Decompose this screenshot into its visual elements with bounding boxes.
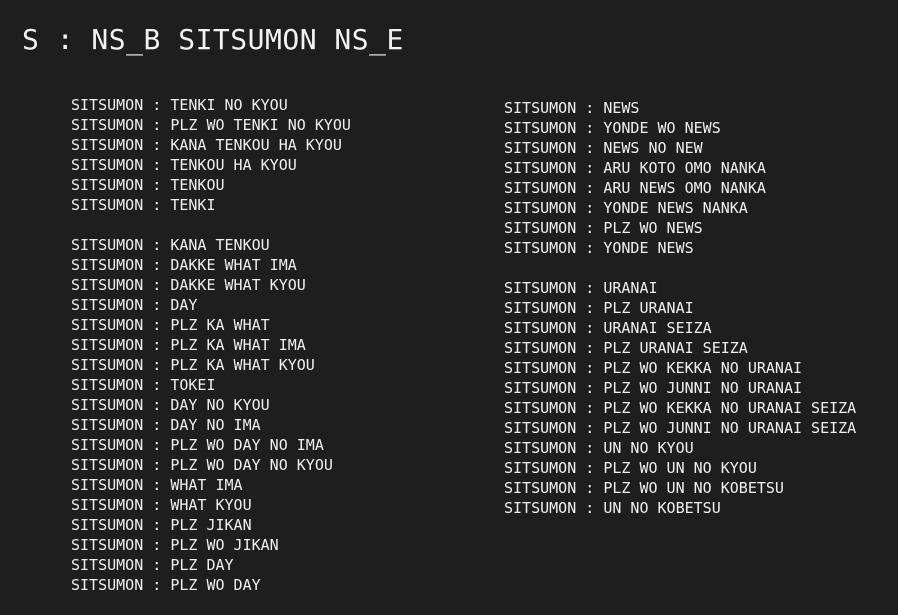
question-line: SITSUMON : PLZ WO DAY NO KYOU	[71, 456, 333, 474]
question-line: SITSUMON : PLZ WO DAY NO IMA	[71, 436, 324, 454]
question-line: SITSUMON : YONDE NEWS	[504, 239, 694, 257]
question-line: SITSUMON : ARU KOTO OMO NANKA	[504, 159, 766, 177]
question-line: SITSUMON : KANA TENKOU HA KYOU	[71, 136, 342, 154]
question-group: SITSUMON : NEWS SITSUMON : YONDE WO NEWS S…	[504, 98, 856, 258]
question-line: SITSUMON : WHAT IMA	[71, 476, 243, 494]
question-line: SITSUMON : PLZ URANAI SEIZA	[504, 339, 748, 357]
question-line: SITSUMON : NEWS	[504, 99, 640, 117]
question-line: SITSUMON : PLZ WO DAY	[71, 576, 261, 594]
question-line: SITSUMON : PLZ WO UN NO KYOU	[504, 459, 757, 477]
question-line: SITSUMON : PLZ WO NEWS	[504, 219, 703, 237]
question-line: SITSUMON : NEWS NO NEW	[504, 139, 703, 157]
right-column: SITSUMON : NEWS SITSUMON : YONDE WO NEWS S…	[504, 98, 856, 538]
question-group: SITSUMON : TENKI NO KYOU SITSUMON : PLZ W…	[71, 95, 351, 215]
question-line: SITSUMON : YONDE NEWS NANKA	[504, 199, 748, 217]
question-line: SITSUMON : PLZ KA WHAT KYOU	[71, 356, 315, 374]
question-line: SITSUMON : URANAI	[504, 279, 658, 297]
question-line: SITSUMON : DAKKE WHAT IMA	[71, 256, 297, 274]
question-line: SITSUMON : TENKI	[71, 196, 216, 214]
question-line: SITSUMON : PLZ WO JUNNI NO URANAI SEIZA	[504, 419, 857, 437]
question-line: SITSUMON : PLZ WO JIKAN	[71, 536, 279, 554]
question-line: SITSUMON : TENKOU	[71, 176, 225, 194]
question-line: SITSUMON : YONDE WO NEWS	[504, 119, 721, 137]
question-line: SITSUMON : PLZ URANAI	[504, 299, 694, 317]
question-line: SITSUMON : PLZ WO KEKKA NO URANAI SEIZA	[504, 399, 857, 417]
question-line: SITSUMON : URANAI SEIZA	[504, 319, 712, 337]
question-line: SITSUMON : PLZ DAY	[71, 556, 234, 574]
question-line: SITSUMON : PLZ WO JUNNI NO URANAI	[504, 379, 803, 397]
question-group: SITSUMON : KANA TENKOU SITSUMON : DAKKE W…	[71, 235, 351, 595]
question-line: SITSUMON : ARU NEWS OMO NANKA	[504, 179, 766, 197]
question-line: SITSUMON : UN NO KOBETSU	[504, 499, 721, 517]
question-line: SITSUMON : WHAT KYOU	[71, 496, 252, 514]
question-group: SITSUMON : URANAI SITSUMON : PLZ URANAI SI…	[504, 278, 856, 518]
question-line: SITSUMON : DAY NO IMA	[71, 416, 261, 434]
question-line: SITSUMON : UN NO KYOU	[504, 439, 694, 457]
question-line: SITSUMON : PLZ KA WHAT IMA	[71, 336, 306, 354]
question-line: SITSUMON : PLZ WO KEKKA NO URANAI	[504, 359, 803, 377]
left-column: SITSUMON : TENKI NO KYOU SITSUMON : PLZ W…	[71, 95, 351, 615]
question-line: SITSUMON : PLZ KA WHAT	[71, 316, 270, 334]
question-line: SITSUMON : PLZ WO UN NO KOBETSU	[504, 479, 784, 497]
question-line: SITSUMON : DAY	[71, 296, 198, 314]
question-line: SITSUMON : TOKEI	[71, 376, 216, 394]
question-line: SITSUMON : DAY NO KYOU	[71, 396, 270, 414]
question-line: SITSUMON : TENKOU HA KYOU	[71, 156, 297, 174]
question-line: SITSUMON : KANA TENKOU	[71, 236, 270, 254]
question-line: SITSUMON : TENKI NO KYOU	[71, 96, 288, 114]
question-line: SITSUMON : PLZ WO TENKI NO KYOU	[71, 116, 351, 134]
page-heading: S : NS_B SITSUMON NS_E	[22, 23, 404, 56]
question-line: SITSUMON : PLZ JIKAN	[71, 516, 252, 534]
question-line: SITSUMON : DAKKE WHAT KYOU	[71, 276, 306, 294]
